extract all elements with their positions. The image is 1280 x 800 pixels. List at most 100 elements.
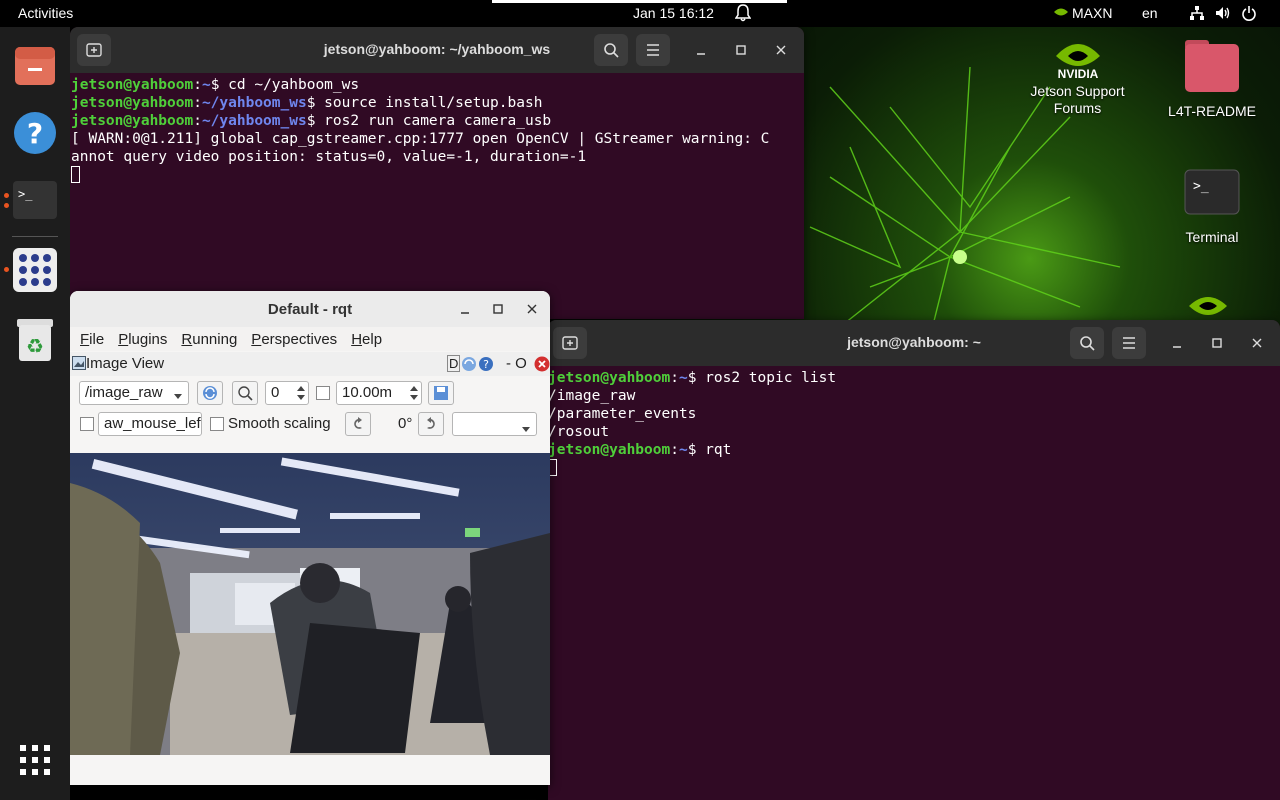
minimize-icon[interactable] xyxy=(456,300,474,318)
terminal-output-line: /rosout xyxy=(548,424,610,440)
menu-plugins[interactable]: Plugins xyxy=(118,331,167,348)
search-icon[interactable] xyxy=(1070,327,1104,359)
close-icon[interactable] xyxy=(523,300,541,318)
max-value: 10.00m xyxy=(342,384,393,401)
maximize-icon[interactable] xyxy=(489,300,507,318)
image-view-header: Image View D ? - O xyxy=(70,352,550,376)
svg-text:?: ? xyxy=(483,358,489,371)
terminal-output-line: annot query video position: status=0, va… xyxy=(71,149,587,165)
rotate-left-icon xyxy=(354,417,362,429)
maximize-icon[interactable] xyxy=(1208,334,1226,352)
rqt-dock-icon[interactable] xyxy=(12,247,58,293)
files-icon[interactable] xyxy=(12,42,58,88)
desktop-icon-terminal[interactable]: >_ Terminal xyxy=(1160,168,1264,246)
power-icon xyxy=(1241,5,1257,24)
maximize-icon[interactable] xyxy=(732,41,750,59)
activities-button[interactable]: Activities xyxy=(18,5,73,21)
zoom-value: 0 xyxy=(271,384,280,401)
save-image-button[interactable] xyxy=(428,381,454,405)
running-indicator-dot xyxy=(4,203,9,208)
mouse-topic-input[interactable]: aw_mouse_left xyxy=(98,412,202,436)
rqt-titlebar[interactable]: Default - rqt xyxy=(70,291,550,327)
hamburger-menu-icon[interactable] xyxy=(636,34,670,66)
desktop-icon-label: Jetson Support Forums xyxy=(1030,83,1125,116)
dynamic-range-checkbox[interactable] xyxy=(316,386,330,400)
desktop-icon-l4t-readme[interactable]: L4T-README xyxy=(1160,38,1264,120)
hamburger-menu-icon[interactable] xyxy=(1112,327,1146,359)
camera-feed-image xyxy=(70,453,550,755)
rotate-right-icon xyxy=(427,417,435,429)
terminal-output-line: [ WARN:0@1.211] global cap_gstreamer.cpp… xyxy=(71,131,770,147)
top-highlight-bar xyxy=(492,0,787,3)
terminal-titlebar[interactable]: jetson@yahboom: ~/yahboom_ws xyxy=(70,27,804,73)
close-icon[interactable] xyxy=(1248,334,1266,352)
topic-value: /image_raw xyxy=(85,384,163,401)
zoom-spinbox[interactable]: 0 xyxy=(265,381,309,405)
spin-arrows-icon xyxy=(297,385,305,405)
network-icon xyxy=(1189,5,1205,24)
docking-button[interactable]: D xyxy=(447,355,461,372)
terminal-icon: >_ xyxy=(1184,169,1240,215)
terminal-titlebar[interactable]: jetson@yahboom: ~ xyxy=(548,320,1280,366)
volume-icon xyxy=(1215,5,1231,24)
help-small-icon[interactable]: ? xyxy=(478,356,494,376)
svg-text:♻: ♻ xyxy=(26,334,44,358)
minimize-icon[interactable] xyxy=(692,41,710,59)
rotate-right-button[interactable] xyxy=(418,412,444,436)
close-icon[interactable] xyxy=(772,41,790,59)
terminal-line: jetson@yahboom:~$ cd ~/yahboom_ws xyxy=(71,77,360,93)
camera-image[interactable] xyxy=(70,453,550,755)
clock[interactable]: Jan 15 16:12 xyxy=(633,5,714,21)
search-icon[interactable] xyxy=(594,34,628,66)
terminal-window-home[interactable]: jetson@yahboom: ~ jetson@yahboom:~$ ros2… xyxy=(548,320,1280,800)
desktop-icon-jetson-forums[interactable]: NVIDIA Jetson Support Forums xyxy=(1020,36,1135,117)
menu-help[interactable]: Help xyxy=(351,331,382,348)
new-tab-icon[interactable] xyxy=(553,327,587,359)
hide-title-button[interactable]: - O xyxy=(506,355,527,372)
terminal-output-line: /parameter_events xyxy=(548,406,697,422)
close-plugin-icon[interactable] xyxy=(534,356,550,376)
bell-icon[interactable] xyxy=(734,4,752,22)
color-scheme-combobox[interactable] xyxy=(452,412,537,436)
terminal-line: jetson@yahboom:~$ rqt xyxy=(548,442,732,458)
max-value-spinbox[interactable]: 10.00m xyxy=(336,381,422,405)
terminal-window-ws[interactable]: jetson@yahboom: ~/yahboom_ws jetson@yahb… xyxy=(70,27,804,319)
running-indicator-dot xyxy=(4,267,9,272)
terminal-output-line: /image_raw xyxy=(548,388,636,404)
language-indicator[interactable]: en xyxy=(1142,5,1158,21)
system-menu[interactable] xyxy=(1189,5,1257,24)
publish-mouse-checkbox[interactable] xyxy=(80,417,94,431)
minimize-icon[interactable] xyxy=(1168,334,1186,352)
chevron-down-icon xyxy=(522,420,530,437)
terminal-line: jetson@yahboom:~$ ros2 topic list xyxy=(548,370,837,386)
new-tab-icon[interactable] xyxy=(77,34,111,66)
svg-text:NVIDIA: NVIDIA xyxy=(1057,67,1098,80)
terminal-dock-icon[interactable]: >_ xyxy=(12,177,58,223)
svg-text:?: ? xyxy=(27,117,43,150)
menu-perspectives[interactable]: Perspectives xyxy=(251,331,337,348)
rotate-left-button[interactable] xyxy=(345,412,371,436)
trash-icon[interactable]: ♻ xyxy=(12,317,58,363)
menu-file[interactable]: File xyxy=(80,331,104,348)
terminal-output[interactable]: jetson@yahboom:~$ ros2 topic list/image_… xyxy=(548,366,1280,478)
reload-icon[interactable] xyxy=(461,356,477,376)
rqt-window[interactable]: Default - rqt File Plugins Running Persp… xyxy=(70,291,550,785)
nvidia-small-icon xyxy=(1053,5,1069,21)
topic-combobox[interactable]: /image_raw xyxy=(79,381,189,405)
menu-running[interactable]: Running xyxy=(181,331,237,348)
dock-separator xyxy=(12,236,58,237)
refresh-topics-button[interactable] xyxy=(197,381,223,405)
refresh-icon xyxy=(203,386,217,400)
power-mode-indicator[interactable]: MAXN xyxy=(1053,5,1112,21)
zoom-fit-button[interactable] xyxy=(232,381,258,405)
rqt-title: Default - rqt xyxy=(267,301,353,318)
image-view-title: Image View xyxy=(86,355,165,372)
terminal-output[interactable]: jetson@yahboom:~$ cd ~/yahboom_ws jetson@… xyxy=(70,73,804,185)
zoom-icon xyxy=(238,386,253,401)
help-icon[interactable]: ? xyxy=(12,110,58,156)
show-apps-icon[interactable] xyxy=(12,737,58,783)
folder-icon xyxy=(1185,40,1239,92)
save-icon xyxy=(434,386,448,400)
dock: ? >_ ♻ xyxy=(0,27,70,800)
smooth-scaling-checkbox[interactable] xyxy=(210,417,224,431)
